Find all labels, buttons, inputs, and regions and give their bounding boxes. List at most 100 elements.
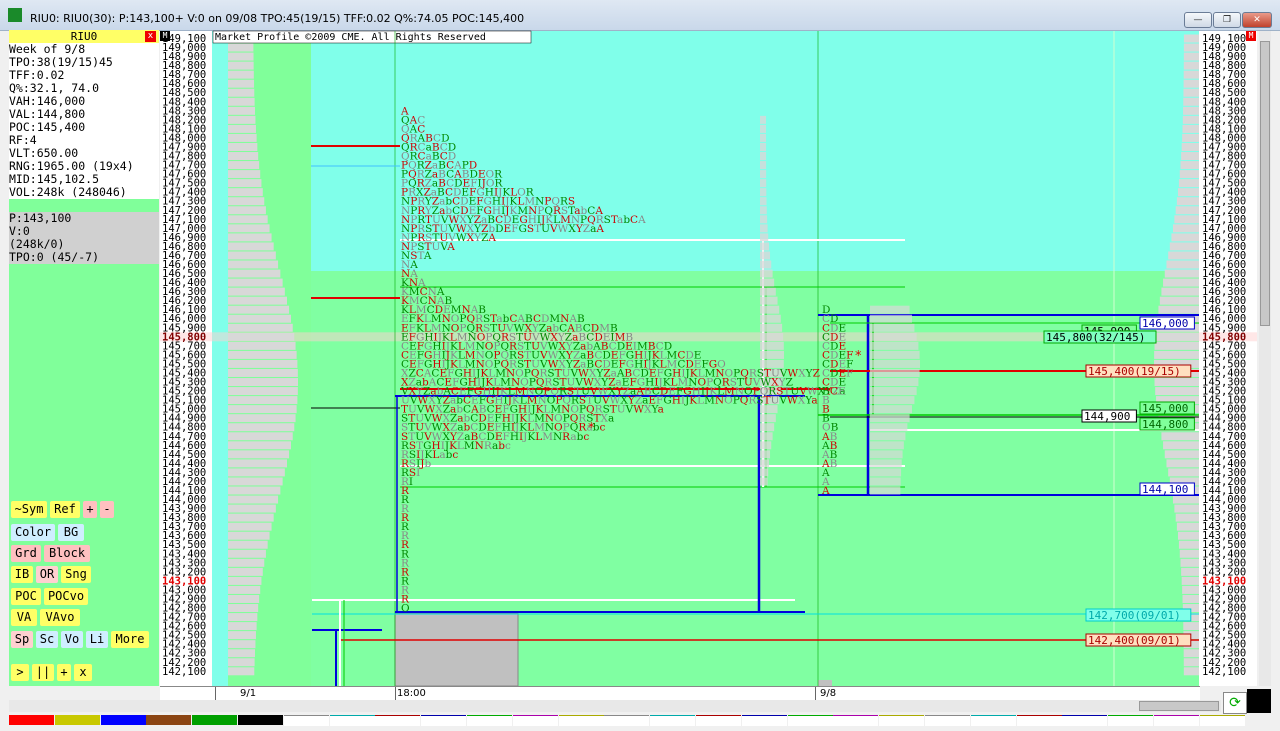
volume-histogram-bar: [228, 341, 296, 350]
panel-button-Sp[interactable]: Sp: [11, 631, 33, 648]
right-volume-bar: [1172, 224, 1199, 233]
color-palette[interactable]: [9, 715, 1249, 726]
right-volume-bar: [1181, 142, 1199, 151]
panel-button-[interactable]: +: [83, 501, 97, 518]
palette-swatch[interactable]: [879, 715, 925, 726]
palette-swatch[interactable]: [1154, 715, 1199, 726]
panel-button-Li[interactable]: Li: [86, 631, 108, 648]
panel-button-POC[interactable]: POC: [11, 588, 41, 605]
volume-bar: [394, 612, 519, 687]
volume-histogram-bar: [228, 459, 288, 468]
panel-button-VA[interactable]: VA: [11, 609, 37, 626]
palette-swatch[interactable]: [192, 715, 238, 725]
palette-swatch[interactable]: [741, 715, 787, 726]
refresh-icon[interactable]: ⟳: [1223, 692, 1247, 714]
palette-swatch[interactable]: [283, 715, 329, 726]
panel-button-Block[interactable]: Block: [44, 545, 90, 562]
palette-swatch[interactable]: [54, 715, 100, 725]
stats-list: Week of 9/8 TPO:38(19/15)45 TFF:0.02 Q%:32.…: [9, 43, 159, 264]
volume-histogram-bar: [228, 61, 254, 70]
date-label: 9/8: [820, 688, 837, 699]
marker-right[interactable]: M: [1246, 31, 1256, 41]
panel-button-Sng[interactable]: Sng: [61, 566, 91, 583]
panel-close-button[interactable]: x: [145, 31, 156, 42]
panel-button-IB[interactable]: IB: [11, 566, 33, 583]
color-swatch-button[interactable]: [1247, 689, 1271, 713]
palette-swatch[interactable]: [1016, 715, 1062, 726]
panel-button-[interactable]: >: [11, 664, 29, 681]
volume-histogram-bar: [228, 188, 263, 197]
palette-swatch[interactable]: [1062, 715, 1108, 726]
value-label: 144,100: [1142, 483, 1188, 496]
value-label: 145,800(32/145): [1046, 331, 1145, 344]
right-volume-bar: [1183, 658, 1199, 667]
week2-volume-bar: [870, 414, 910, 423]
palette-swatch[interactable]: [1108, 715, 1154, 726]
panel-button-[interactable]: -: [100, 501, 114, 518]
panel-button-BG[interactable]: BG: [58, 524, 84, 541]
volume-histogram-bar: [228, 179, 262, 188]
right-volume-bar: [1154, 341, 1199, 350]
palette-swatch[interactable]: [238, 715, 283, 725]
volume-histogram-bar: [228, 278, 283, 287]
right-volume-bar: [1169, 242, 1199, 251]
palette-swatch[interactable]: [650, 715, 696, 726]
palette-swatch[interactable]: [970, 715, 1016, 726]
right-volume-bar: [1180, 558, 1199, 567]
volume-histogram-bar: [228, 531, 270, 540]
panel-button-Ref[interactable]: Ref: [50, 501, 80, 518]
week1-volume-bar: [760, 170, 767, 179]
palette-swatch[interactable]: [329, 715, 375, 726]
week1-volume-bar: [760, 441, 772, 450]
palette-swatch[interactable]: [787, 715, 833, 726]
right-volume-bar: [1161, 432, 1199, 441]
palette-swatch[interactable]: [833, 715, 879, 726]
horizontal-scrollbar[interactable]: [9, 700, 1221, 712]
palette-swatch[interactable]: [512, 715, 558, 726]
week1-volume-bar: [760, 477, 768, 486]
right-volume-bar: [1182, 594, 1199, 603]
h-scroll-thumb[interactable]: [1139, 701, 1219, 711]
palette-swatch[interactable]: [421, 715, 467, 726]
panel-button-OR[interactable]: OR: [36, 566, 58, 583]
week1-volume-bar: [760, 161, 767, 170]
volume-histogram-bar: [228, 142, 258, 151]
panel-button-Vo[interactable]: Vo: [61, 631, 83, 648]
panel-button-Sym[interactable]: ~Sym: [11, 501, 47, 518]
price-scroll-thumb[interactable]: [1260, 41, 1270, 326]
week2-volume-bar: [870, 459, 902, 468]
marker-left[interactable]: M: [160, 31, 170, 41]
panel-button-More[interactable]: More: [111, 631, 149, 648]
stats-panel: RIU0 x Week of 9/8 TPO:38(19/15)45 TFF:0.0…: [9, 30, 159, 686]
panel-button-Color[interactable]: Color: [11, 524, 55, 541]
palette-swatch[interactable]: [1199, 715, 1245, 726]
panel-button-Grd[interactable]: Grd: [11, 545, 41, 562]
palette-swatch[interactable]: [375, 715, 421, 726]
panel-button-Sc[interactable]: Sc: [36, 631, 58, 648]
palette-swatch[interactable]: [100, 715, 146, 725]
palette-swatch[interactable]: [925, 715, 970, 726]
volume-histogram-bar: [228, 576, 262, 585]
week1-volume-bar: [760, 459, 770, 468]
right-volume-bar: [1183, 97, 1199, 106]
week2-volume-bar: [870, 368, 920, 377]
price-scrollbar[interactable]: [1259, 31, 1271, 686]
right-volume-bar: [1181, 567, 1199, 576]
palette-swatch[interactable]: [146, 715, 192, 725]
market-profile-chart[interactable]: 149,100 149,100149,000 149,000148,900 148,9…: [0, 0, 1280, 700]
palette-swatch[interactable]: [467, 715, 512, 726]
right-volume-bar: [1163, 441, 1199, 450]
palette-swatch[interactable]: [558, 715, 604, 726]
palette-swatch[interactable]: [604, 715, 650, 726]
panel-button-[interactable]: +: [57, 664, 71, 681]
volume-histogram-bar: [228, 640, 256, 649]
volume-histogram-bar: [228, 378, 298, 387]
panel-button-VAvo[interactable]: VAvo: [40, 609, 80, 626]
week2-volume-bar: [870, 378, 919, 387]
panel-button-x[interactable]: x: [74, 664, 92, 681]
right-volume-bar: [1161, 287, 1199, 296]
palette-swatch[interactable]: [9, 715, 54, 725]
panel-button-POCvo[interactable]: POCvo: [44, 588, 88, 605]
palette-swatch[interactable]: [696, 715, 741, 726]
panel-button-[interactable]: ||: [32, 664, 54, 681]
